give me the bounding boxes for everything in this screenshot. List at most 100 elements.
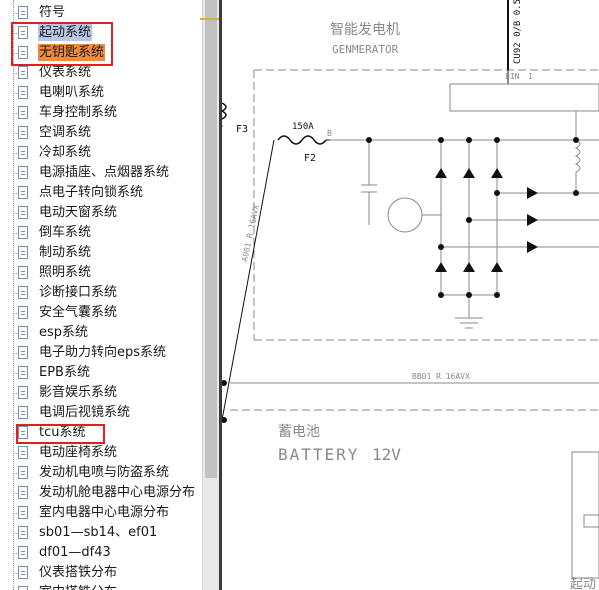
bookmark-item[interactable]: 诊断接口系统 [0,283,202,303]
page-icon [18,546,28,559]
bookmark-label: 影音娱乐系统 [39,385,118,400]
bookmark-item[interactable]: 电动天窗系统 [0,203,202,223]
bookmark-label: 诊断接口系统 [39,285,118,300]
bookmark-label: 空调系统 [39,125,92,140]
page-icon [18,526,28,539]
bookmark-item[interactable]: 影音娱乐系统 [0,383,202,403]
page-icon [18,586,28,590]
bookmark-label: 发动机舱电器中心电源分布 [39,485,196,500]
bookmark-item[interactable]: 点电子转向锁系统 [0,183,202,203]
battery-en-label: BATTERY [278,445,359,464]
page-icon [18,266,28,279]
bookmark-label: 发动机电喷与防盗系统 [39,465,170,480]
connector-label: CU92 0/B 0.5A [513,0,523,64]
bookmark-item[interactable]: 冷却系统 [0,143,202,163]
page-icon [18,326,28,339]
page-icon [18,246,28,259]
bookmark-label: 电子助力转向eps系统 [39,345,167,360]
bookmark-item[interactable]: 电调后视镜系统 [0,403,202,423]
page-icon [18,366,28,379]
bookmark-item[interactable]: 发动机舱电器中心电源分布 [0,483,202,503]
page-icon [18,166,28,179]
battery-voltage-label: 12V [372,445,401,464]
scrollbar-thumb[interactable] [205,0,217,478]
bookmark-label: 符号 [39,5,66,20]
bookmark-label: 制动系统 [39,245,92,260]
bookmark-label: 安全气囊系统 [39,305,118,320]
wire-a001-label: A001 R 16AVX [240,204,261,263]
bookmark-item[interactable]: 室内电器中心电源分布 [0,503,202,523]
splitter-marker [200,18,221,20]
bookmark-label: 倒车系统 [39,225,92,240]
bookmark-item[interactable]: 仪表搭铁分布 [0,563,202,583]
page-icon [18,6,28,19]
page-icon [18,86,28,99]
page-icon [18,446,28,459]
bookmark-label: 冷却系统 [39,145,92,160]
page-icon [18,286,28,299]
bookmark-item[interactable]: df01—df43 [0,543,202,563]
page-icon [18,186,28,199]
annotation-box-start-keyless [11,22,113,66]
bookmark-scrollbar[interactable] [202,0,219,590]
bookmark-item[interactable]: 室内搭铁分布 [0,583,202,590]
bookmark-label: 室内搭铁分布 [38,584,118,590]
bookmark-item[interactable]: 电子助力转向eps系统 [0,343,202,363]
wiring-diagram: 智能发电机 GENMERATOR CU92 0/B 0.5A LIN 1 F3 … [222,0,599,590]
bookmark-label: 电动天窗系统 [39,205,118,220]
starter-cn-label: 起动 [570,577,596,590]
bookmark-item[interactable]: 符号 [0,3,202,23]
page-icon [18,506,28,519]
terminal-b-label: B [327,129,332,138]
bookmark-item[interactable]: 电源插座、点烟器系统 [0,163,202,183]
bookmark-item[interactable]: 发动机电喷与防盗系统 [0,463,202,483]
bookmark-item[interactable]: 电喇叭系统 [0,83,202,103]
bookmark-label: 电调后视镜系统 [39,405,131,420]
page-icon [18,346,28,359]
bookmark-item[interactable]: 仪表系统 [0,63,202,83]
bookmark-label: 点电子转向锁系统 [39,185,144,200]
bookmark-label: sb01—sb14、ef01 [39,525,158,540]
page-icon [18,126,28,139]
bookmark-item[interactable]: 车身控制系统 [0,103,202,123]
lin-pin: 1 [528,72,533,81]
bookmark-item[interactable]: sb01—sb14、ef01 [0,523,202,543]
bookmark-label: 电动座椅系统 [39,445,118,460]
bookmark-panel: 符号 起动系统 无钥匙系统 仪表系统 电喇叭系统 车身控制系统 空调系统 冷却系统 电源插座、点… [0,0,202,590]
fuse-f2-label: F2 [304,153,316,164]
annotation-box-tcu [16,424,105,444]
bookmark-item[interactable]: 制动系统 [0,243,202,263]
page-icon [18,146,28,159]
page-icon [18,306,28,319]
page-icon [18,466,28,479]
battery-cn-label: 蓄电池 [278,424,320,440]
generator-en-label: GENMERATOR [332,43,399,56]
bookmark-label: 电源插座、点烟器系统 [39,165,170,180]
page-icon [18,106,28,119]
bookmark-item[interactable]: 电动座椅系统 [0,443,202,463]
bookmark-label: esp系统 [39,325,89,340]
bookmark-label: 电喇叭系统 [39,85,105,100]
bookmark-item[interactable]: 照明系统 [0,263,202,283]
bookmark-label: 仪表系统 [39,65,92,80]
generator-cn-label: 智能发电机 [330,22,400,38]
bookmark-item[interactable]: esp系统 [0,323,202,343]
page-icon [18,406,28,419]
document-view[interactable]: 智能发电机 GENMERATOR CU92 0/B 0.5A LIN 1 F3 … [222,0,599,590]
page-icon [18,566,28,579]
bookmark-label: 照明系统 [39,265,92,280]
wire-bb01-label: BB01 R 16AVX [412,372,470,381]
bookmark-item[interactable]: EPB系统 [0,363,202,383]
bookmark-label: 室内电器中心电源分布 [39,505,170,520]
fuse-f3-label: F3 [236,124,248,135]
bookmark-item[interactable]: 空调系统 [0,123,202,143]
bookmark-label: df01—df43 [39,545,111,560]
bookmark-item[interactable]: 倒车系统 [0,223,202,243]
page-icon [18,486,28,499]
bookmark-label: 车身控制系统 [39,105,118,120]
bookmark-item[interactable]: 安全气囊系统 [0,303,202,323]
page-icon [18,206,28,219]
page-icon [18,386,28,399]
bookmark-label: 仪表搭铁分布 [39,565,118,580]
fuse-f2-rating: 150A [292,122,314,132]
